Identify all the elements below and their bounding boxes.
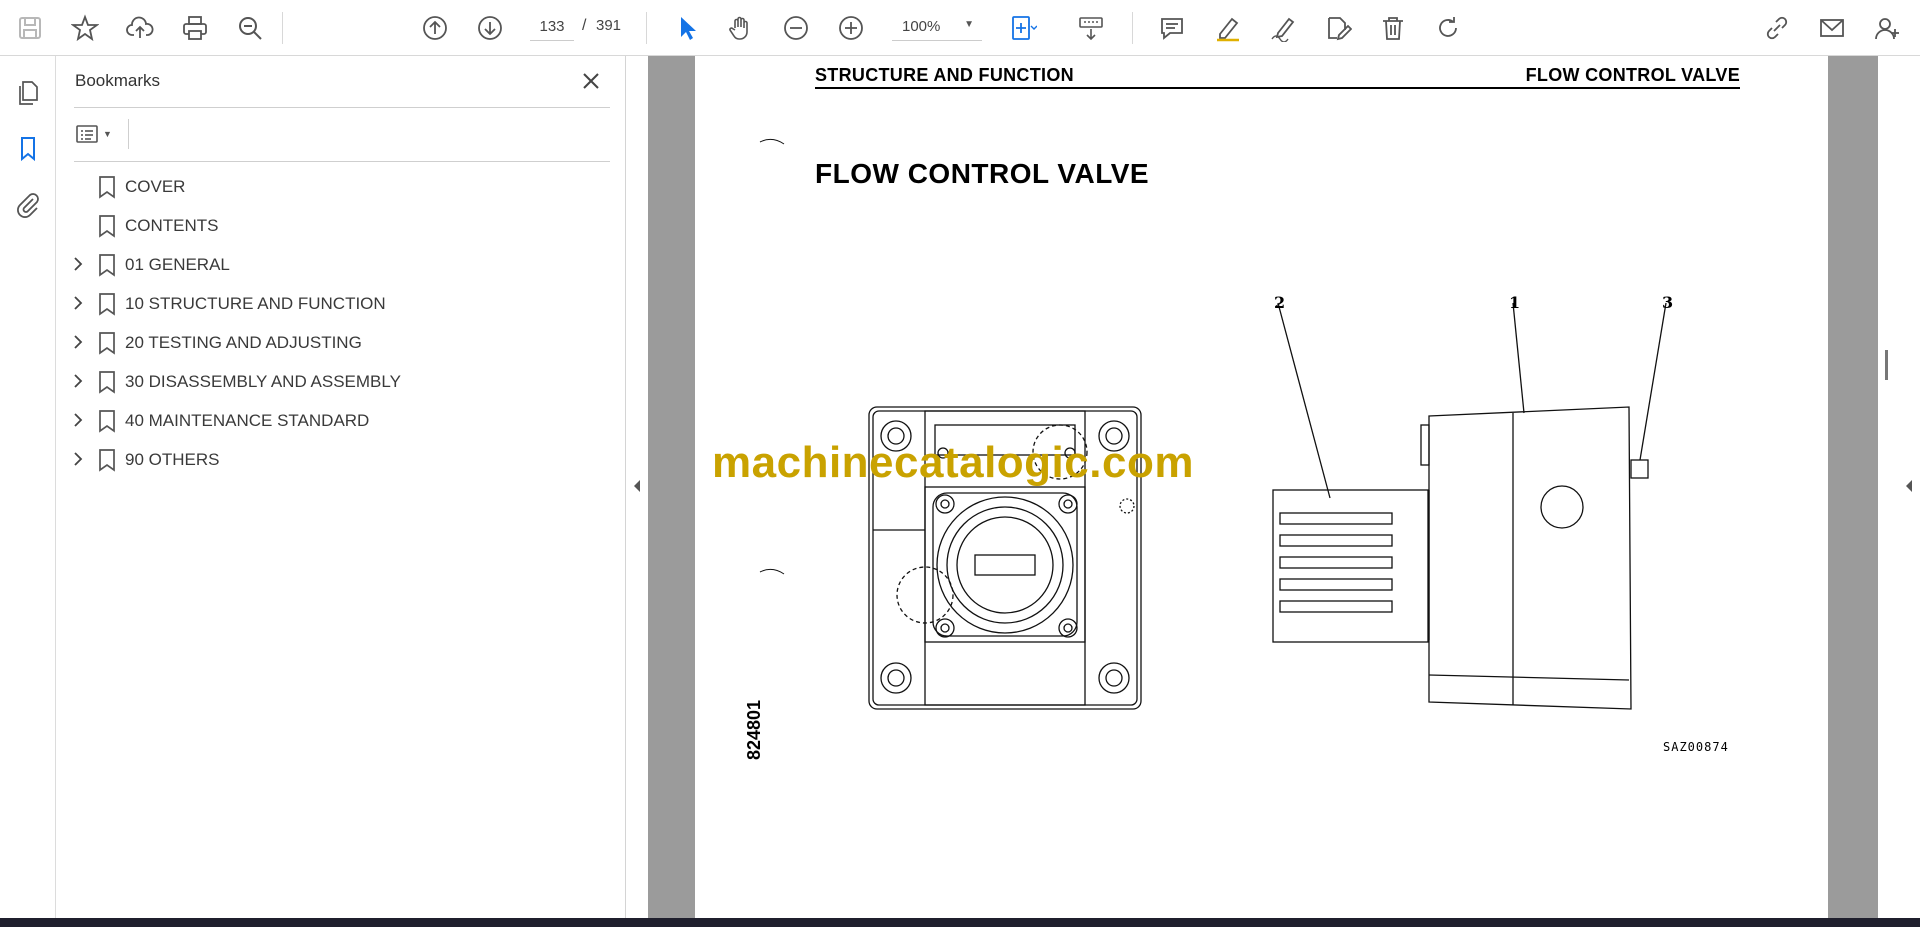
bookmark-icon [99,254,115,277]
total-pages: 391 [596,17,622,34]
page-separator: / [582,17,587,34]
chevron-down-icon: ▼ [103,129,112,139]
chevron-left-icon [634,480,640,492]
watermark: machinecatalogic.com [712,438,1194,487]
bookmark-label: 90 OTHERS [125,450,220,469]
next-page-icon[interactable] [472,10,508,46]
hand-tool-icon[interactable] [723,10,759,46]
bookmark-label: 10 STRUCTURE AND FUNCTION [125,294,386,313]
bookmark-icon [99,215,115,238]
divider [74,161,610,162]
callout-2: 2 [1274,293,1286,312]
taskbar-edge [0,918,1920,927]
zoom-select[interactable]: 100% ▼ [892,13,982,41]
left-navigation-rail [0,56,56,918]
chevron-right-icon[interactable] [70,295,86,311]
page-number-input[interactable] [530,13,574,41]
email-icon[interactable] [1814,10,1850,46]
bookmark-list: COVER CONTENTS 01 GENERAL 10 STRUCTURE AND … [56,167,626,479]
collapse-panel-handle[interactable] [626,56,648,918]
chevron-left-icon[interactable] [1903,478,1915,494]
page-thumbnails-icon[interactable] [10,74,46,110]
highlight-icon[interactable] [1210,10,1246,46]
bookmark-label: CONTENTS [125,216,219,235]
zoom-in-icon[interactable] [833,10,869,46]
edit-pdf-icon[interactable] [1320,10,1356,46]
bookmark-item[interactable]: 01 GENERAL [56,245,626,284]
panel-title: Bookmarks [75,71,161,90]
bookmark-label: COVER [125,177,186,196]
bookmark-item[interactable]: 30 DISASSEMBLY AND ASSEMBLY [56,362,626,401]
bookmark-options-button[interactable]: ▼ [75,119,121,149]
attachments-icon[interactable] [10,186,46,222]
add-user-icon[interactable] [1869,10,1905,46]
callout-1: 1 [1509,293,1521,312]
search-icon[interactable] [232,10,268,46]
delete-icon[interactable] [1375,10,1411,46]
chevron-right-icon[interactable] [70,412,86,428]
bookmark-item[interactable]: 90 OTHERS [56,440,626,479]
bookmark-label: 40 MAINTENANCE STANDARD [125,411,370,430]
bookmarks-panel: Bookmarks ▼ COVER CONTENTS 01 GENERAL 10 ST… [56,56,626,918]
close-icon[interactable] [576,66,606,96]
rotate-icon[interactable] [1430,10,1466,46]
bookmark-icon [99,332,115,355]
chevron-right-icon[interactable] [70,373,86,389]
zoom-value: 100% [902,18,941,35]
chevron-right-icon[interactable] [70,256,86,272]
bookmark-item[interactable]: 20 TESTING AND ADJUSTING [56,323,626,362]
bookmark-item[interactable]: COVER [56,167,626,206]
bookmark-item[interactable]: 40 MAINTENANCE STANDARD [56,401,626,440]
bookmark-item[interactable]: 10 STRUCTURE AND FUNCTION [56,284,626,323]
chevron-right-icon[interactable] [70,334,86,350]
bookmarks-icon[interactable] [10,130,46,166]
figure-reference: SAZ00874 [1663,740,1729,754]
header-rule [815,87,1740,89]
previous-page-icon[interactable] [417,10,453,46]
bookmark-label: 01 GENERAL [125,255,230,274]
list-options-icon [76,125,98,143]
star-icon[interactable] [67,10,103,46]
page-header-section: STRUCTURE AND FUNCTION [815,65,1074,85]
bookmark-icon [99,371,115,394]
bookmark-item[interactable]: CONTENTS [56,206,626,245]
bookmark-icon [99,176,115,199]
divider [74,107,610,108]
scroll-mode-icon[interactable] [1073,10,1109,46]
chevron-down-icon: ▼ [964,19,974,30]
bookmark-icon [99,293,115,316]
select-cursor-icon[interactable] [669,10,705,46]
page-title: FLOW CONTROL VALVE [815,158,1150,189]
draw-icon[interactable] [1265,10,1301,46]
bookmark-label: 20 TESTING AND ADJUSTING [125,333,362,352]
bookmark-label: 30 DISASSEMBLY AND ASSEMBLY [125,372,401,391]
comment-icon[interactable] [1154,10,1190,46]
page-header-topic: FLOW CONTROL VALVE [1525,65,1740,85]
chevron-right-icon[interactable] [70,451,86,467]
main-toolbar: / 391 100% ▼ [0,0,1920,56]
share-link-icon[interactable] [1759,10,1795,46]
zoom-out-icon[interactable] [778,10,814,46]
vertical-scrollbar[interactable] [1885,350,1888,380]
print-icon[interactable] [177,10,213,46]
cloud-upload-icon[interactable] [122,10,158,46]
page-code: 824801 [744,699,764,760]
page-fit-icon[interactable] [1005,10,1041,46]
divider [128,119,129,149]
callout-3: 3 [1662,293,1674,312]
save-icon[interactable] [12,10,48,46]
bookmark-icon [99,449,115,472]
right-scroll-rail[interactable] [1878,56,1920,918]
bookmark-icon [99,410,115,433]
